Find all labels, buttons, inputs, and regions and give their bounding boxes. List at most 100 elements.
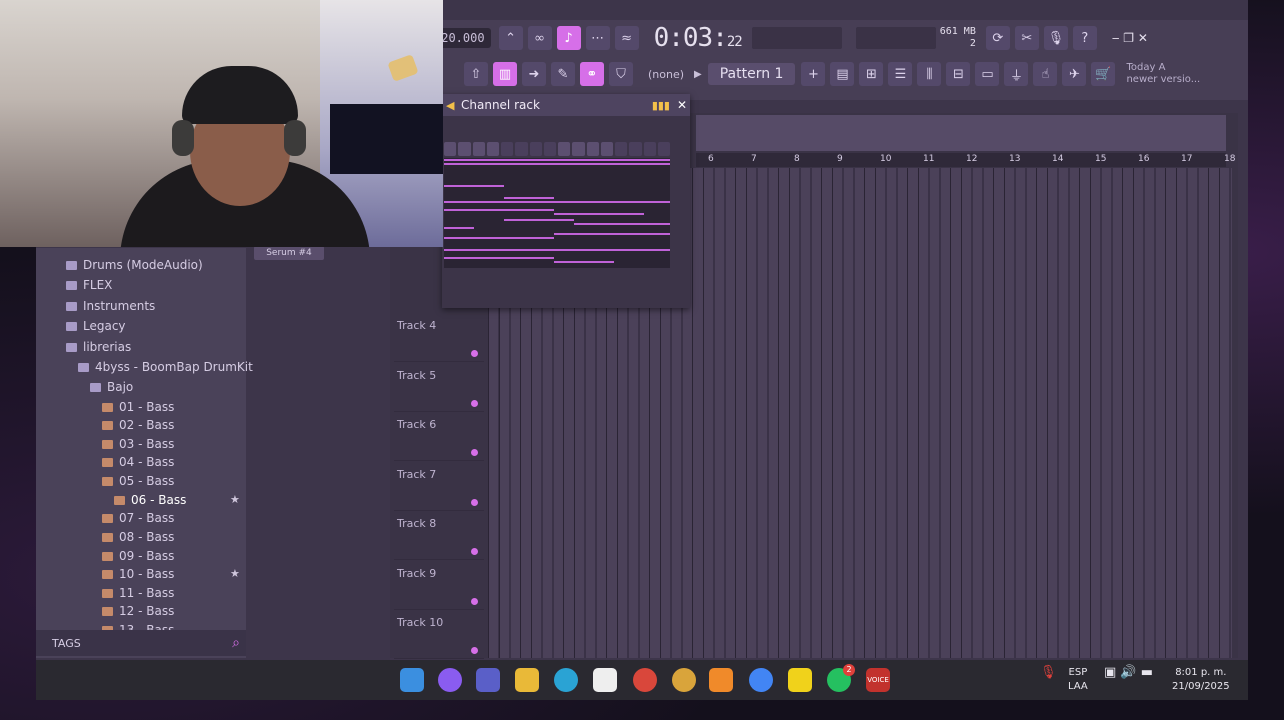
microphone-icon[interactable]: 🎙 bbox=[1043, 26, 1068, 50]
step-button[interactable] bbox=[657, 142, 670, 156]
language-indicator[interactable]: ESP LAA bbox=[1068, 666, 1088, 694]
browser-folder[interactable]: Drums (ModeAudio) bbox=[66, 256, 203, 274]
snap-select[interactable]: (none) bbox=[648, 68, 684, 81]
browser-file[interactable]: 12 - Bass bbox=[102, 602, 174, 620]
file-explorer-icon[interactable] bbox=[515, 668, 539, 692]
whatsapp-icon[interactable]: 2 bbox=[827, 664, 855, 692]
browser-icon[interactable]: ⊟ bbox=[946, 62, 971, 86]
draw-icon[interactable]: ✎ bbox=[551, 62, 575, 86]
channel-rack-titlebar[interactable]: ◀ Channel rack ▮▮▮ ✕ bbox=[442, 94, 690, 116]
browser-folder[interactable]: librerias bbox=[66, 338, 131, 356]
cart-icon[interactable]: 🛒 bbox=[1091, 62, 1116, 86]
step-button[interactable] bbox=[572, 142, 585, 156]
export-icon[interactable]: ✈ bbox=[1062, 62, 1087, 86]
browser-file[interactable]: 05 - Bass bbox=[102, 472, 174, 490]
step-button[interactable] bbox=[458, 142, 471, 156]
track-header[interactable]: Track 5 bbox=[394, 363, 484, 412]
step-button[interactable] bbox=[629, 142, 642, 156]
channel-piano-roll-preview[interactable] bbox=[444, 158, 670, 268]
track-led-icon[interactable] bbox=[471, 399, 478, 407]
play-arrow-icon[interactable]: ▶ bbox=[694, 69, 702, 80]
teams-icon[interactable] bbox=[476, 668, 500, 692]
microphone-tray-icon[interactable]: 🎙 bbox=[1040, 666, 1057, 680]
browser-file[interactable]: 03 - Bass bbox=[102, 435, 174, 453]
track-header[interactable]: Track 8 bbox=[394, 511, 484, 560]
playlist-ruler[interactable]: 6 7 8 9 10 11 12 13 14 15 16 17 18 bbox=[696, 153, 1235, 167]
step-button[interactable] bbox=[472, 142, 485, 156]
browser-folder[interactable]: 4byss - BoomBap DrumKit bbox=[78, 358, 253, 376]
stamp-icon[interactable]: ⛉ bbox=[609, 62, 633, 86]
start-icon[interactable] bbox=[400, 668, 424, 692]
touch-icon[interactable]: ☝ bbox=[1033, 62, 1058, 86]
browser-folder[interactable]: Legacy bbox=[66, 317, 126, 335]
step-button[interactable] bbox=[529, 142, 542, 156]
browser-file[interactable]: 09 - Bass bbox=[102, 547, 174, 565]
project-icon[interactable]: ▭ bbox=[975, 62, 1000, 86]
piano-icon[interactable]: ▥ bbox=[493, 62, 517, 86]
chrome-profile-icon[interactable] bbox=[672, 668, 696, 692]
playlist-icon[interactable]: ▤ bbox=[830, 62, 855, 86]
clock[interactable]: 8:01 p. m. 21/09/2025 bbox=[1172, 666, 1230, 694]
browser-file[interactable]: 07 - Bass bbox=[102, 509, 174, 527]
edge-icon[interactable] bbox=[554, 668, 578, 692]
tools-icon[interactable]: ✂ bbox=[1014, 26, 1039, 50]
track-led-icon[interactable] bbox=[471, 449, 478, 456]
track-led-icon[interactable] bbox=[471, 498, 478, 506]
step-sequencer[interactable] bbox=[444, 142, 670, 156]
star-icon[interactable]: ★ bbox=[230, 567, 242, 580]
step-button[interactable] bbox=[643, 142, 656, 156]
track-header[interactable]: Track 9 bbox=[394, 561, 484, 610]
mixer-icon[interactable]: ⫼ bbox=[917, 62, 942, 86]
arrow-icon[interactable]: ➜ bbox=[522, 62, 546, 86]
window-controls[interactable]: ‒ ❐ ✕ bbox=[1112, 31, 1148, 45]
browser-file[interactable]: 10 - Bass bbox=[102, 565, 174, 583]
network-volume-battery-icons[interactable]: ▣ 🔊 ▬ bbox=[1104, 666, 1153, 680]
refresh-icon[interactable]: ⟳ bbox=[985, 26, 1010, 50]
step-edit-icon[interactable]: ♪ bbox=[556, 26, 581, 50]
help-icon[interactable]: ? bbox=[1072, 26, 1097, 50]
browser-file[interactable]: 06 - Bass bbox=[114, 491, 186, 509]
sticky-notes-icon[interactable] bbox=[788, 668, 812, 692]
step-button[interactable] bbox=[600, 142, 613, 156]
close-icon[interactable]: ✕ bbox=[677, 98, 687, 112]
blend-notes-icon[interactable]: ≈ bbox=[614, 26, 639, 50]
pattern-selector[interactable]: Pattern 1 bbox=[707, 63, 796, 85]
browser-file[interactable]: 01 - Bass bbox=[102, 398, 174, 416]
track-header[interactable]: Track 6 bbox=[394, 412, 484, 461]
add-pattern-icon[interactable]: + bbox=[801, 62, 826, 86]
chrome-second-icon[interactable] bbox=[749, 668, 773, 692]
channel-rack-icon[interactable]: ⊞ bbox=[859, 62, 884, 86]
browser-file[interactable]: 02 - Bass bbox=[102, 416, 174, 434]
copilot-icon[interactable] bbox=[438, 668, 462, 692]
step-button[interactable] bbox=[501, 142, 514, 156]
step-button[interactable] bbox=[444, 142, 457, 156]
track-header[interactable]: Track 7 bbox=[394, 462, 484, 511]
plugin-icon[interactable]: ⏚ bbox=[1004, 62, 1029, 86]
track-led-icon[interactable] bbox=[471, 350, 478, 357]
track-led-icon[interactable] bbox=[471, 548, 478, 555]
step-button[interactable] bbox=[543, 142, 556, 156]
master-volume-slider[interactable] bbox=[751, 27, 842, 49]
metronome-icon[interactable]: ⌃ bbox=[498, 26, 523, 50]
browser-folder[interactable]: FLEX bbox=[66, 276, 112, 294]
countdown-icon[interactable]: ⋯ bbox=[585, 26, 610, 50]
track-header[interactable]: Track 4 bbox=[394, 313, 484, 362]
step-button[interactable] bbox=[558, 142, 571, 156]
piano-roll-icon[interactable]: ☰ bbox=[888, 62, 913, 86]
browser-file[interactable]: 11 - Bass bbox=[102, 584, 174, 602]
search-icon[interactable]: ⌕ bbox=[232, 635, 240, 651]
step-button[interactable] bbox=[586, 142, 599, 156]
star-icon[interactable]: ★ bbox=[230, 493, 242, 506]
track-led-icon[interactable] bbox=[471, 647, 478, 654]
track-led-icon[interactable] bbox=[471, 597, 478, 605]
graph-icon[interactable]: ▮▮▮ bbox=[652, 99, 670, 112]
browser-file[interactable]: 08 - Bass bbox=[102, 528, 174, 546]
browser-folder[interactable]: Bajo bbox=[90, 378, 133, 396]
tags-bar[interactable]: TAGS ⌕ bbox=[36, 630, 246, 656]
link-icon[interactable]: ⚭ bbox=[580, 62, 604, 86]
step-button[interactable] bbox=[515, 142, 528, 156]
track-header[interactable]: Track 10 bbox=[394, 610, 484, 659]
chrome-icon[interactable] bbox=[633, 668, 657, 692]
fl-studio-icon[interactable] bbox=[709, 668, 733, 692]
playlist-up-icon[interactable]: ⇧ bbox=[464, 62, 488, 86]
